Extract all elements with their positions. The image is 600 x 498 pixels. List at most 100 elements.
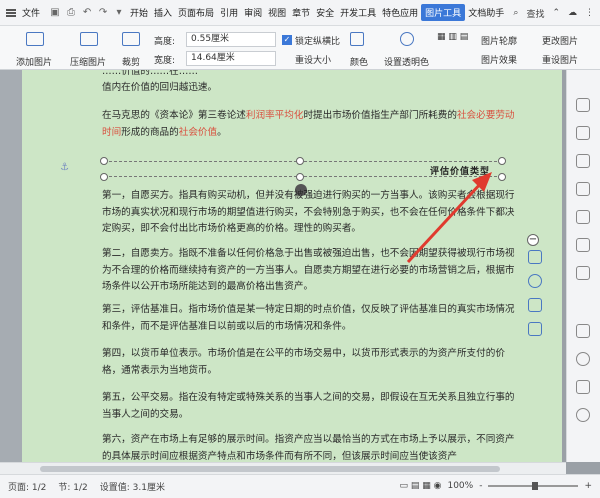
pointer-icon[interactable] (576, 98, 590, 112)
compress-button[interactable]: 压缩图片 (70, 55, 106, 68)
lock-ratio-label[interactable]: 锁定纵横比 (295, 34, 340, 47)
share-icon[interactable] (576, 266, 590, 280)
history-icon[interactable] (576, 352, 590, 366)
crop-button[interactable]: 裁剪 (122, 55, 140, 68)
status-section: 节: 1/2 (58, 483, 88, 493)
add-image-icon[interactable] (26, 32, 44, 46)
status-bar: 页面: 1/2 节: 1/2 设置值: 3.1厘米 ▭ ▤ ▦ ◉ 100% -… (0, 474, 600, 498)
menu-page-layout[interactable]: 页面布局 (175, 6, 217, 19)
crop-float-icon[interactable] (528, 298, 542, 312)
annotation-arrow (406, 172, 492, 264)
image-toolbar: 添加图片 压缩图片 裁剪 高度: 0.55厘米 宽度: 14.64厘米 ✓ 锁定… (0, 26, 600, 70)
status-position: 设置值: 3.1厘米 (99, 483, 165, 493)
menu-references[interactable]: 引用 (217, 6, 241, 19)
paragraph-0-line2: 值内在价值的回归越迅速。 (102, 82, 218, 93)
left-gutter (0, 70, 22, 462)
doc-icon[interactable] (576, 210, 590, 224)
change-image-button[interactable]: 更改图片 (542, 34, 578, 47)
cloud-icon[interactable]: ☁ (568, 8, 577, 18)
status-page[interactable]: 页面: 1/2 (8, 480, 46, 493)
shape-icon[interactable] (576, 154, 590, 168)
width-label: 宽度: (154, 56, 176, 66)
tab-image-tools[interactable]: 图片工具 (421, 4, 466, 21)
menu-view[interactable]: 视图 (265, 6, 289, 19)
paragraph-7: 第六，资产在市场上有足够的展示时间。指资产应当以最恰当的方式在市场上予以展示，不… (102, 434, 515, 462)
color-icon[interactable] (350, 32, 364, 46)
add-image-button[interactable]: 添加图片 (16, 55, 52, 68)
p1-text-a: 在马克思的《资本论》第三卷论述 (102, 110, 246, 121)
effects-icons[interactable]: ▦ ▥ ▤ (437, 32, 468, 42)
crop-icon[interactable] (122, 32, 140, 46)
width-field[interactable]: 14.64厘米 (186, 51, 276, 66)
set-transparent-button[interactable]: 设置透明色 (384, 55, 429, 68)
search-label[interactable]: 查找 (526, 7, 544, 20)
zoom-in-button[interactable]: + (584, 481, 592, 491)
menu-developer[interactable]: 开发工具 (337, 6, 379, 19)
help-icon[interactable] (576, 408, 590, 422)
resize-handle-bl[interactable] (100, 173, 108, 181)
collapse-button[interactable]: − (527, 234, 539, 246)
undo-icon[interactable]: ↶ (81, 7, 93, 19)
panel-icon[interactable] (576, 380, 590, 394)
p1-text-d: 。 (217, 126, 227, 138)
zoom-out-button[interactable]: - (479, 481, 482, 491)
image-effect-button[interactable]: 图片效果 (481, 53, 517, 66)
reset-size-button[interactable]: 重设大小 (295, 53, 331, 66)
paragraph-6: 第五，公平交易。指在没有特定或特殊关系的当事人之间的交易，即假设在互无关系且独立… (102, 392, 515, 420)
zoom-value[interactable]: 100% (447, 481, 473, 491)
search-icon[interactable]: ⌕ (513, 8, 518, 18)
menu-security[interactable]: 安全 (313, 6, 337, 19)
menu-chapter[interactable]: 章节 (289, 6, 313, 19)
paragraph-5: 第四，以货币单位表示。市场价值是在公平的市场交易中，以货币形式表示的为资产所支付… (102, 348, 505, 376)
right-sidebar (566, 70, 600, 462)
settings-icon[interactable] (576, 182, 590, 196)
collapse-icon[interactable]: ⌃ (552, 8, 560, 18)
file-menu[interactable]: 文件 (6, 6, 43, 19)
height-label: 高度: (154, 37, 176, 47)
menu-insert[interactable]: 插入 (151, 6, 175, 19)
height-field[interactable]: 0.55厘米 (186, 32, 276, 47)
menu-special[interactable]: 特色应用 (379, 6, 421, 19)
redo-icon[interactable]: ↷ (97, 7, 109, 19)
paragraph-1: 在马克思的《资本论》第三卷论述利润率平均化时提出市场价值指生产部门所耗费的社会必… (102, 108, 522, 141)
layers-icon[interactable] (576, 126, 590, 140)
lock-ratio-checkbox[interactable]: ✓ (282, 35, 292, 45)
reset-image-button[interactable]: 重设图片 (542, 53, 578, 66)
menu-home[interactable]: 开始 (127, 6, 151, 19)
view-mode-icons[interactable]: ▭ ▤ ▦ ◉ (400, 481, 442, 491)
color-button[interactable]: 颜色 (350, 55, 368, 68)
zoom-control: ▭ ▤ ▦ ◉ 100% - + (400, 481, 592, 491)
comment-icon[interactable] (576, 324, 590, 338)
scrollbar-thumb[interactable] (40, 466, 500, 472)
p1-text-b: 时提出市场价值指生产部门所耗费的 (303, 110, 457, 121)
resize-handle-top[interactable] (296, 157, 304, 165)
print-icon[interactable]: ⎙ (65, 7, 77, 19)
image-outline-button[interactable]: 图片轮廓 (481, 34, 517, 47)
horizontal-scrollbar[interactable] (0, 462, 566, 474)
menu-review[interactable]: 审阅 (241, 6, 265, 19)
tab-doc-assistant[interactable]: 文档助手 (465, 6, 507, 19)
paragraph-0-line1: ……价值的……在…… (102, 70, 198, 77)
copy-icon[interactable] (576, 238, 590, 252)
transparent-icon[interactable] (400, 32, 414, 46)
layout-options-icon[interactable] (528, 250, 542, 264)
resize-handle-tr[interactable] (498, 157, 506, 165)
zoom-slider[interactable] (488, 482, 579, 490)
save-icon[interactable]: ▣ (49, 7, 61, 19)
resize-handle-bottom[interactable] (296, 173, 304, 181)
floating-image-toolbar (524, 246, 546, 356)
document-page[interactable]: ……价值的……在…… 值内在价值的回归越迅速。 在马克思的《资本论》第三卷论述利… (22, 70, 562, 462)
more-options-icon[interactable]: ⋮ (585, 8, 594, 18)
compress-icon[interactable] (80, 32, 98, 46)
more-icon[interactable]: ▾ (113, 7, 125, 19)
menubar-right: ⌕ 查找 ⌃ ☁ ⋮ (513, 0, 594, 26)
paragraph-4: 第三，评估基准日。指市场价值是某一特定日期的时点价值，仅反映了评估基准日的真实市… (102, 304, 515, 332)
file-menu-label: 文件 (22, 9, 41, 19)
image-extract-icon[interactable] (528, 322, 542, 336)
hamburger-icon (6, 8, 16, 17)
resize-handle-tl[interactable] (100, 157, 108, 165)
link-profit-rate[interactable]: 利润率平均化 (246, 110, 304, 121)
p1-text-c: 形成的商品的 (121, 126, 179, 138)
zoom-image-icon[interactable] (528, 274, 542, 288)
link-social-value[interactable]: 社会价值 (179, 127, 217, 138)
